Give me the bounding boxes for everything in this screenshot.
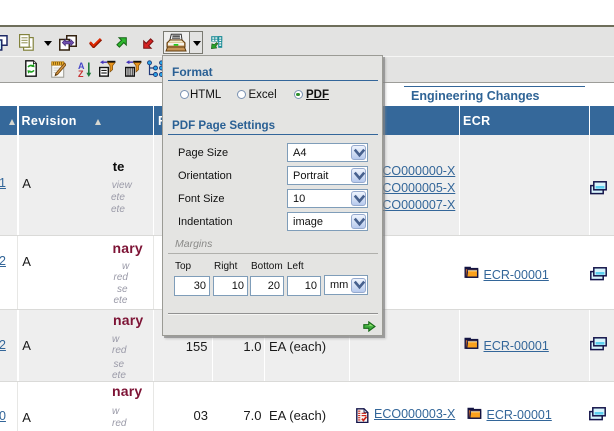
- svg-text:Z: Z: [78, 69, 84, 78]
